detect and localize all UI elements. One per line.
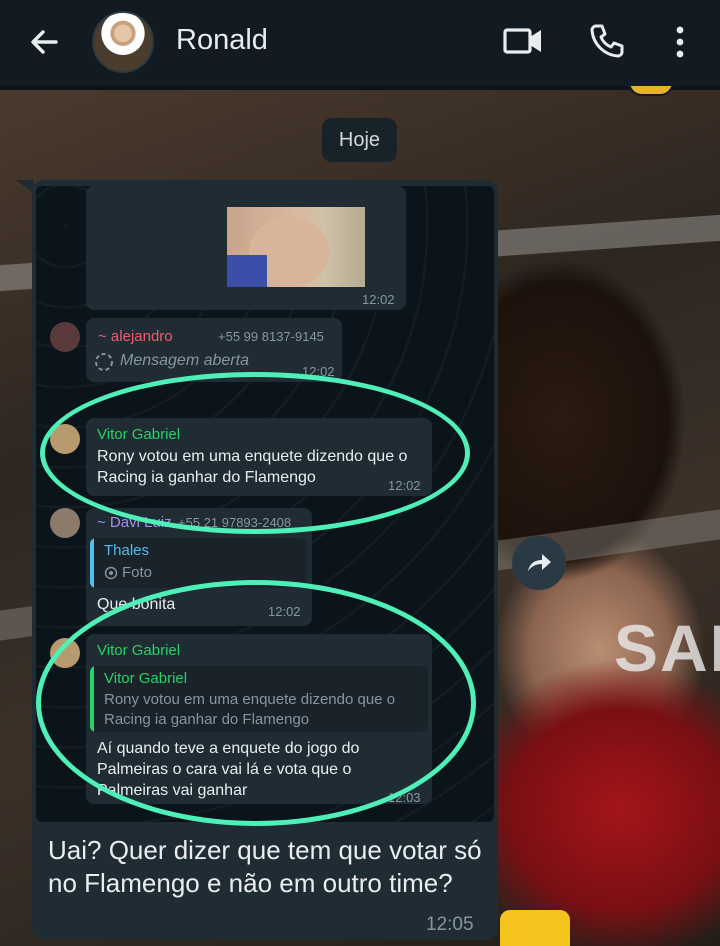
forward-icon: [528, 554, 551, 571]
message-time: 12:05: [426, 914, 474, 935]
highlight-ellipse: [36, 580, 476, 826]
message-text: Uai? Quer dizer que tem que votar só no …: [48, 835, 482, 898]
quote-bar: [90, 538, 94, 588]
contact-name[interactable]: Ronald: [176, 24, 268, 57]
sender-name: ~ alejandro: [98, 328, 173, 345]
avatar: [50, 322, 80, 352]
highlight-ellipse: [40, 372, 470, 534]
photo-message: 12:02: [86, 186, 406, 310]
forward-button[interactable]: [512, 536, 566, 590]
back-arrow-icon[interactable]: [24, 22, 64, 62]
photo-thumbnail: [227, 207, 365, 287]
message-time: 12:02: [362, 292, 395, 307]
more-vert-icon[interactable]: [668, 22, 692, 62]
wallpaper-badge: [500, 910, 570, 946]
quote-media-label: Foto: [122, 564, 153, 581]
wallpaper-text: SAI: [613, 611, 720, 685]
video-call-icon[interactable]: [502, 24, 544, 58]
chat-header: Ronald: [0, 0, 720, 86]
quote-sender: Thales: [104, 542, 150, 559]
camera-icon: [104, 566, 118, 580]
photo-content: [227, 255, 267, 287]
date-chip: Hoje: [322, 118, 397, 162]
list-item: ~ alejandro +55 99 8137-9145 Mensagem ab…: [86, 318, 342, 382]
contact-avatar[interactable]: [92, 11, 154, 73]
message-text: Mensagem aberta: [120, 352, 249, 369]
sender-phone: +55 99 8137-9145: [218, 329, 324, 344]
view-once-icon: [95, 353, 113, 371]
avatar: [50, 508, 80, 538]
phone-icon[interactable]: [588, 22, 626, 60]
